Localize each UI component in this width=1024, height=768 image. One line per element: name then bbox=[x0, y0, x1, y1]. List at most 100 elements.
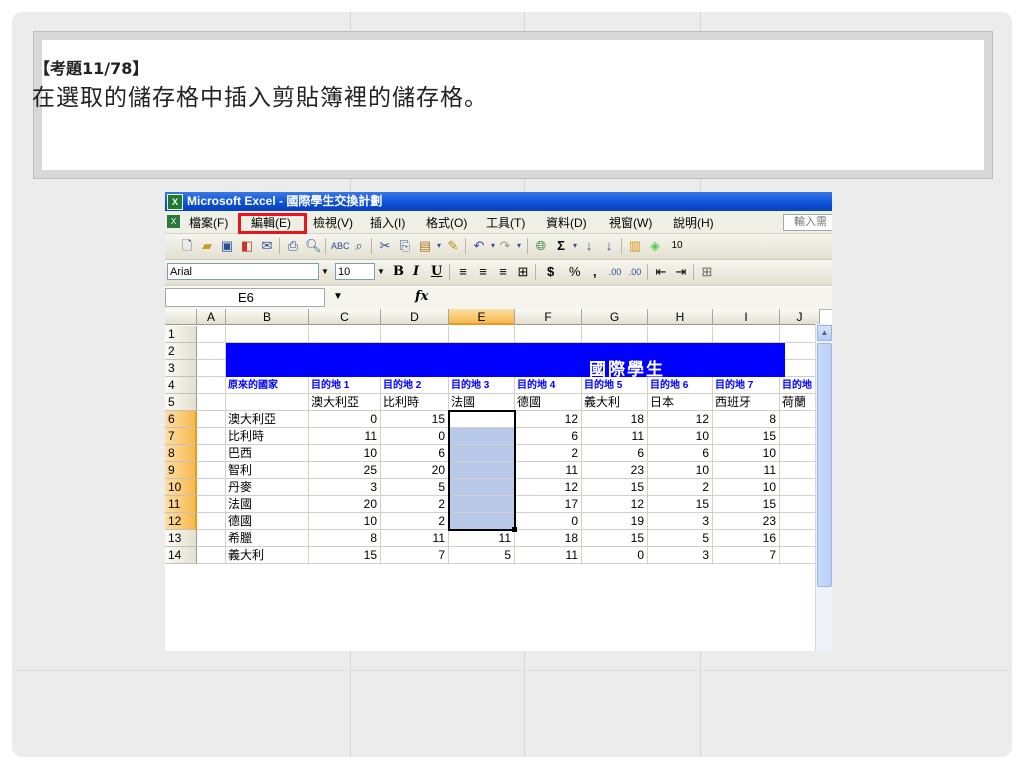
menu-insert[interactable]: 插入(I) bbox=[370, 214, 405, 231]
cut-icon[interactable]: ✂ bbox=[377, 238, 393, 254]
cell[interactable] bbox=[197, 360, 226, 377]
name-box-dropdown-icon[interactable]: ▼ bbox=[333, 291, 343, 302]
row-header-5[interactable]: 5 bbox=[165, 394, 197, 411]
cell[interactable] bbox=[309, 326, 381, 343]
cell[interactable] bbox=[197, 394, 226, 411]
sort-ascending-icon[interactable]: ↓ bbox=[581, 238, 597, 254]
cell[interactable] bbox=[713, 326, 780, 343]
cell[interactable] bbox=[780, 547, 820, 564]
underline-icon[interactable]: U bbox=[431, 264, 442, 279]
value-cell[interactable]: 11 bbox=[713, 462, 780, 479]
country-name-cell[interactable]: 巴西 bbox=[226, 445, 309, 462]
align-right-icon[interactable]: ≡ bbox=[495, 264, 511, 280]
value-cell[interactable]: 10 bbox=[648, 462, 713, 479]
value-cell[interactable]: 11 bbox=[582, 428, 648, 445]
value-cell[interactable]: 19 bbox=[582, 513, 648, 530]
menu-help[interactable]: 說明(H) bbox=[673, 214, 714, 231]
cell[interactable] bbox=[197, 547, 226, 564]
destination-country-cell[interactable]: 西班牙 bbox=[713, 394, 780, 411]
format-painter-icon[interactable]: ✎ bbox=[445, 238, 461, 254]
cell[interactable] bbox=[780, 496, 820, 513]
print-icon[interactable]: ⎙ bbox=[285, 238, 301, 254]
country-name-cell[interactable]: 丹麥 bbox=[226, 479, 309, 496]
country-name-cell[interactable]: 希臘 bbox=[226, 530, 309, 547]
redo-dropdown-icon[interactable]: ▾ bbox=[511, 238, 527, 254]
row-header-14[interactable]: 14 bbox=[165, 547, 197, 564]
value-cell[interactable]: 2 bbox=[648, 479, 713, 496]
help-search-input[interactable]: 輸入需 bbox=[783, 214, 832, 231]
decrease-decimal-icon[interactable]: .00 bbox=[627, 264, 643, 280]
value-cell[interactable]: 10 bbox=[309, 513, 381, 530]
value-cell[interactable]: 2 bbox=[381, 496, 449, 513]
cell[interactable] bbox=[381, 326, 449, 343]
value-cell[interactable]: 2 bbox=[381, 513, 449, 530]
menu-tools[interactable]: 工具(T) bbox=[486, 214, 525, 231]
value-cell[interactable]: 0 bbox=[515, 513, 582, 530]
cell[interactable] bbox=[780, 428, 820, 445]
value-cell[interactable]: 3 bbox=[648, 547, 713, 564]
save-icon[interactable]: ▣ bbox=[219, 238, 235, 254]
value-cell[interactable]: 8 bbox=[309, 530, 381, 547]
cell[interactable] bbox=[197, 377, 226, 394]
permission-icon[interactable]: ◧ bbox=[239, 238, 255, 254]
cell[interactable] bbox=[780, 445, 820, 462]
value-cell[interactable]: 15 bbox=[381, 411, 449, 428]
cell[interactable] bbox=[780, 411, 820, 428]
comma-style-icon[interactable]: , bbox=[593, 264, 597, 279]
fill-handle[interactable] bbox=[512, 527, 517, 532]
insert-function-icon[interactable]: fx bbox=[415, 289, 428, 304]
column-header-D[interactable]: D bbox=[381, 309, 449, 325]
header-cell[interactable]: 目的地 2 bbox=[381, 377, 449, 394]
destination-country-cell[interactable]: 澳大利亞 bbox=[309, 394, 381, 411]
vertical-scrollbar[interactable]: ▲ bbox=[815, 324, 832, 651]
value-cell[interactable]: 12 bbox=[648, 411, 713, 428]
scroll-up-icon[interactable]: ▲ bbox=[817, 325, 832, 341]
header-cell[interactable]: 目的地 bbox=[780, 377, 820, 394]
destination-country-cell[interactable]: 荷蘭 bbox=[780, 394, 820, 411]
value-cell[interactable]: 6 bbox=[582, 445, 648, 462]
row-header-9[interactable]: 9 bbox=[165, 462, 197, 479]
column-header-G[interactable]: G bbox=[582, 309, 648, 325]
value-cell[interactable]: 25 bbox=[309, 462, 381, 479]
row-header-13[interactable]: 13 bbox=[165, 530, 197, 547]
value-cell[interactable]: 8 bbox=[713, 411, 780, 428]
copy-icon[interactable]: ⎘ bbox=[397, 238, 413, 254]
column-header-B[interactable]: B bbox=[226, 309, 309, 325]
value-cell[interactable]: 5 bbox=[449, 547, 515, 564]
cell[interactable] bbox=[515, 326, 582, 343]
value-cell[interactable]: 2 bbox=[515, 445, 582, 462]
print-preview-icon[interactable]: 🔍︎ bbox=[305, 238, 322, 254]
drawing-icon[interactable]: ◈ bbox=[647, 238, 663, 254]
value-cell[interactable]: 7 bbox=[713, 547, 780, 564]
menu-data[interactable]: 資料(D) bbox=[546, 214, 587, 231]
cell[interactable] bbox=[780, 343, 820, 360]
column-header-I[interactable]: I bbox=[713, 309, 780, 325]
cell[interactable] bbox=[449, 326, 515, 343]
merge-center-icon[interactable]: ⊞ bbox=[515, 264, 531, 280]
destination-country-cell[interactable]: 比利時 bbox=[381, 394, 449, 411]
header-cell[interactable]: 原來的國家 bbox=[226, 377, 309, 394]
increase-decimal-icon[interactable]: .00 bbox=[607, 264, 623, 280]
value-cell[interactable]: 5 bbox=[648, 530, 713, 547]
value-cell[interactable]: 0 bbox=[582, 547, 648, 564]
cell[interactable] bbox=[197, 445, 226, 462]
currency-icon[interactable]: $ bbox=[547, 264, 554, 279]
country-name-cell[interactable]: 法國 bbox=[226, 496, 309, 513]
value-cell[interactable]: 17 bbox=[515, 496, 582, 513]
increase-indent-icon[interactable]: ⇥ bbox=[673, 264, 689, 280]
research-icon[interactable]: ⌕ bbox=[351, 238, 367, 254]
value-cell[interactable]: 6 bbox=[381, 445, 449, 462]
cell[interactable] bbox=[582, 326, 648, 343]
value-cell[interactable]: 12 bbox=[515, 411, 582, 428]
select-all-corner[interactable] bbox=[165, 309, 197, 325]
align-left-icon[interactable]: ≡ bbox=[455, 264, 471, 280]
name-box[interactable]: E6 bbox=[165, 288, 325, 307]
cell[interactable] bbox=[780, 326, 820, 343]
row-header-1[interactable]: 1 bbox=[165, 326, 197, 343]
value-cell[interactable]: 20 bbox=[381, 462, 449, 479]
spelling-icon[interactable]: ABC bbox=[331, 238, 350, 254]
cell[interactable] bbox=[197, 343, 226, 360]
menu-file[interactable]: 檔案(F) bbox=[189, 214, 228, 231]
value-cell[interactable]: 3 bbox=[648, 513, 713, 530]
menu-view[interactable]: 檢視(V) bbox=[313, 214, 353, 231]
